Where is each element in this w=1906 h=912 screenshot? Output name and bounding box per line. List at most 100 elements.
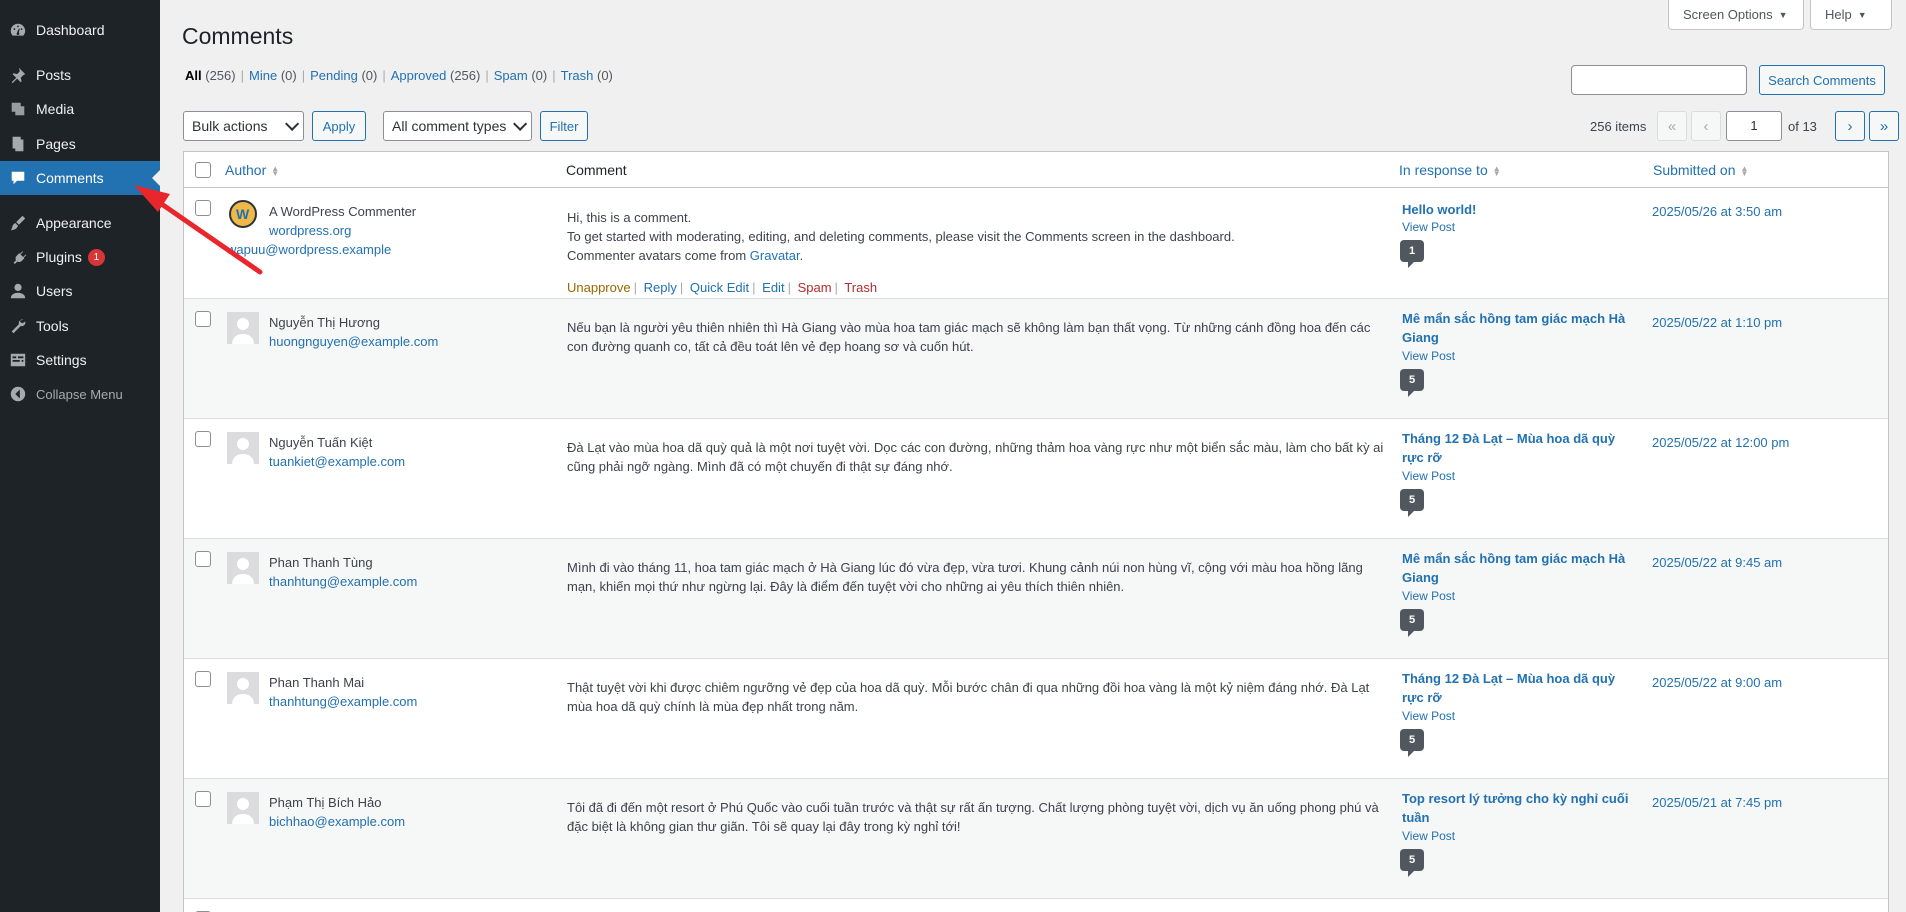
- submitted-date[interactable]: 2025/05/22 at 12:00 pm: [1652, 435, 1789, 450]
- view-post-link[interactable]: View Post: [1402, 589, 1455, 603]
- unapprove-link[interactable]: Unapprove: [567, 280, 631, 295]
- column-author[interactable]: Author ▲ ▼: [225, 162, 279, 178]
- sidebar-item-label: Tools: [36, 318, 69, 334]
- prev-page-button[interactable]: ‹: [1691, 111, 1721, 141]
- comment-count-bubble[interactable]: 5: [1400, 369, 1424, 397]
- user-icon: [0, 282, 36, 300]
- sidebar-item-media[interactable]: Media: [0, 92, 160, 126]
- filter-button[interactable]: Filter: [540, 111, 588, 141]
- column-in-response-to[interactable]: In response to ▲ ▼: [1399, 162, 1501, 178]
- row-actions: Unapprove | Reply | Quick Edit | Edit | Spam…: [567, 280, 878, 295]
- comment-text: Nếu bạn là người yêu thiên nhiên thì Hà …: [567, 320, 1371, 354]
- author-email[interactable]: thanhtung@example.com: [269, 694, 417, 709]
- trash-link[interactable]: Trash: [844, 280, 877, 295]
- help-label: Help: [1825, 7, 1852, 22]
- page-title: Comments: [182, 23, 294, 49]
- filter-approved[interactable]: Approved (256): [391, 68, 481, 83]
- pin-icon: [0, 66, 36, 84]
- search-comments-button[interactable]: Search Comments: [1759, 65, 1885, 95]
- sidebar-item-label: Media: [36, 101, 75, 117]
- submitted-date[interactable]: 2025/05/21 at 7:45 pm: [1652, 795, 1782, 810]
- comment-bubble-icon: [0, 169, 36, 187]
- filter-trash[interactable]: Trash (0): [561, 68, 613, 83]
- caret-down-icon: ▼: [1857, 9, 1867, 20]
- first-page-button[interactable]: «: [1657, 111, 1687, 141]
- row-checkbox[interactable]: [195, 791, 211, 807]
- author-email[interactable]: thanhtung@example.com: [269, 574, 417, 589]
- row-checkbox[interactable]: [195, 551, 211, 567]
- spam-link[interactable]: Spam: [798, 280, 832, 295]
- sidebar-collapse-menu[interactable]: Collapse Menu: [0, 377, 160, 411]
- sort-icon: ▲ ▼: [1740, 164, 1749, 179]
- response-post-link[interactable]: Top resort lý tưởng cho kỳ nghỉ cuối tuầ…: [1402, 789, 1632, 827]
- current-page-input[interactable]: 1: [1726, 111, 1782, 141]
- row-checkbox[interactable]: [195, 431, 211, 447]
- items-count: 256 items: [1590, 119, 1647, 134]
- submitted-date[interactable]: 2025/05/22 at 9:00 am: [1652, 675, 1782, 690]
- response-post-link[interactable]: Tháng 12 Đà Lạt – Mùa hoa dã quỳ rực rỡ: [1402, 669, 1632, 707]
- comment-text: Thật tuyệt vời khi được chiêm ngưỡng vẻ …: [567, 680, 1370, 714]
- response-post-link[interactable]: Mê mẩn sắc hồng tam giác mạch Hà Giang: [1402, 309, 1632, 347]
- author-email[interactable]: bichhao@example.com: [269, 814, 405, 829]
- apply-button[interactable]: Apply: [312, 111, 366, 141]
- response-post-link[interactable]: Hello world!: [1402, 200, 1632, 219]
- comment-count-bubble[interactable]: 1: [1400, 240, 1424, 268]
- sidebar-item-tools[interactable]: Tools: [0, 309, 160, 343]
- author-name: Phan Thanh Tùng: [269, 555, 373, 570]
- avatar: [227, 552, 259, 584]
- settings-icon: [0, 351, 36, 369]
- sidebar-item-pages[interactable]: Pages: [0, 127, 160, 161]
- table-header: Author ▲ ▼ Comment In response to ▲ ▼ Submit…: [184, 152, 1888, 188]
- comment-count-bubble[interactable]: 5: [1400, 609, 1424, 637]
- help-button[interactable]: Help ▼: [1810, 0, 1892, 30]
- filter-spam[interactable]: Spam (0): [494, 68, 547, 83]
- author-email[interactable]: wapuu@wordpress.example: [227, 242, 391, 257]
- view-post-link[interactable]: View Post: [1402, 829, 1455, 843]
- media-icon: [0, 100, 36, 118]
- quick-edit-link[interactable]: Quick Edit: [690, 280, 749, 295]
- sidebar-item-users[interactable]: Users: [0, 274, 160, 308]
- submitted-date[interactable]: 2025/05/22 at 9:45 am: [1652, 555, 1782, 570]
- filter-pending[interactable]: Pending (0): [310, 68, 377, 83]
- row-checkbox[interactable]: [195, 200, 211, 216]
- author-email[interactable]: huongnguyen@example.com: [269, 334, 438, 349]
- select-all-checkbox[interactable]: [195, 162, 211, 178]
- comment-type-select[interactable]: All comment types: [383, 111, 532, 141]
- column-submitted-on[interactable]: Submitted on ▲ ▼: [1653, 162, 1748, 178]
- author-url[interactable]: wordpress.org: [269, 223, 351, 238]
- sidebar-item-label: Settings: [36, 352, 87, 368]
- sidebar-item-dashboard[interactable]: Dashboard: [0, 13, 160, 47]
- search-input[interactable]: [1571, 65, 1747, 95]
- comment-count-bubble[interactable]: 5: [1400, 849, 1424, 877]
- response-post-link[interactable]: Mê mẩn sắc hồng tam giác mạch Hà Giang: [1402, 549, 1632, 587]
- comment-count-bubble[interactable]: 5: [1400, 489, 1424, 517]
- submitted-date[interactable]: 2025/05/26 at 3:50 am: [1652, 204, 1782, 219]
- reply-link[interactable]: Reply: [644, 280, 677, 295]
- comment-count-bubble[interactable]: 5: [1400, 729, 1424, 757]
- plug-icon: [0, 248, 36, 266]
- next-page-button[interactable]: ›: [1835, 111, 1865, 141]
- view-post-link[interactable]: View Post: [1402, 469, 1455, 483]
- active-indicator: [152, 170, 160, 186]
- submitted-date[interactable]: 2025/05/22 at 1:10 pm: [1652, 315, 1782, 330]
- sidebar-item-comments[interactable]: Comments: [0, 161, 160, 195]
- author-email[interactable]: tuankiet@example.com: [269, 454, 405, 469]
- view-post-link[interactable]: View Post: [1402, 709, 1455, 723]
- sidebar-item-appearance[interactable]: Appearance: [0, 206, 160, 240]
- admin-sidebar: Dashboard Posts Media Pages Comments App…: [0, 0, 160, 912]
- filter-mine[interactable]: Mine (0): [249, 68, 297, 83]
- row-checkbox[interactable]: [195, 671, 211, 687]
- sidebar-item-plugins[interactable]: Plugins 1: [0, 240, 160, 274]
- edit-link[interactable]: Edit: [762, 280, 784, 295]
- sidebar-item-posts[interactable]: Posts: [0, 58, 160, 92]
- response-post-link[interactable]: Tháng 12 Đà Lạt – Mùa hoa dã quỳ rực rỡ: [1402, 429, 1632, 467]
- view-post-link[interactable]: View Post: [1402, 220, 1455, 234]
- screen-options-button[interactable]: Screen Options ▼: [1668, 0, 1804, 30]
- view-post-link[interactable]: View Post: [1402, 349, 1455, 363]
- row-checkbox[interactable]: [195, 311, 211, 327]
- last-page-button[interactable]: »: [1869, 111, 1899, 141]
- bulk-actions-select[interactable]: Bulk actions: [183, 111, 304, 141]
- filter-all[interactable]: All (256): [185, 68, 236, 83]
- sidebar-item-settings[interactable]: Settings: [0, 343, 160, 377]
- gravatar-link[interactable]: Gravatar: [750, 248, 800, 263]
